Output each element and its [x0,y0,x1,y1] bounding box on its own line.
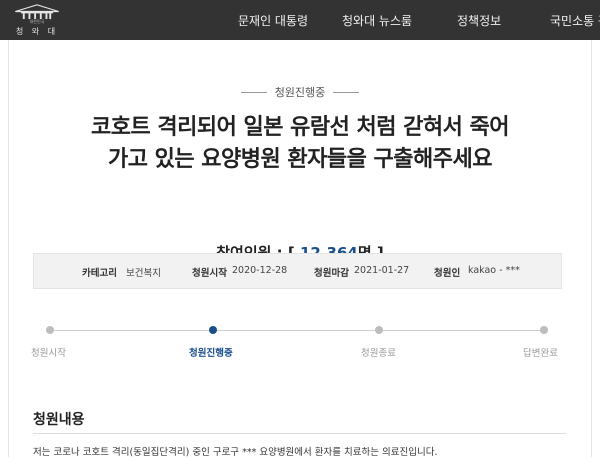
petition-body-text: 저는 코로나 코호트 격리(동일집단격리) 중인 구로구 *** 요양병원에서 … [33,447,438,458]
petition-status: 청원진행중 [9,85,591,99]
progress-step-start: 청원시작 [31,348,66,359]
author-label: 청원인 [434,268,461,279]
end-date-label: 청원마감 [314,268,349,279]
start-date-value: 2020-12-28 [232,265,288,276]
start-date-label: 청원시작 [192,268,227,279]
nav-item-president[interactable]: 문재인 대통령 [238,0,308,40]
petition-title-line-2: 가고 있는 요양병원 환자들을 구출해주세요 [108,147,492,172]
divider [333,91,360,93]
category-label: 카테고리 [82,268,117,279]
divider [240,91,267,93]
end-date-value: 2021-01-27 [354,265,410,276]
petition-info-box: 카테고리 보건복지 청원시작 2020-12-28 청원마감 2021-01-2… [33,253,562,289]
petition-status-label: 청원진행중 [274,86,326,99]
logo-text: 청 와 대 [15,27,59,36]
top-navigation-bar: 대한민국 청 와 대 문재인 대통령 청와대 뉴스룸 정책정보 국민소통 광 [0,0,600,40]
petition-title: 코호트 격리되어 일본 유람선 처럼 갇혀서 죽어 가고 있는 요양병원 환자들… [9,112,591,176]
progress-dot [46,326,54,334]
petition-body-heading: 청원내용 [33,412,85,428]
category-value: 보건복지 [126,268,161,279]
nav-item-newsroom[interactable]: 청와대 뉴스룸 [342,0,412,40]
blue-house-logo-icon [15,4,59,20]
progress-dot [540,326,548,334]
progress-step-closed: 청원종료 [361,348,396,359]
petition-title-line-1: 코호트 격리되어 일본 유람선 처럼 갇혀서 죽어 [90,115,510,140]
author-value: kakao - *** [468,265,520,276]
progress-track [49,330,544,331]
progress-dot-active [209,326,217,334]
petition-content: 청원진행중 코호트 격리되어 일본 유람선 처럼 갇혀서 죽어 가고 있는 요양… [8,40,592,458]
nav-item-communication[interactable]: 국민소통 광 [550,0,600,40]
progress-step-answered: 답변완료 [523,348,558,359]
progress-step-ongoing: 청원진행중 [189,348,233,359]
divider [33,433,566,434]
progress-dot [375,326,383,334]
logo-small-text: 대한민국 [29,19,45,24]
nav-item-policy[interactable]: 정책정보 [457,0,501,40]
site-logo[interactable]: 대한민국 청 와 대 [6,3,68,37]
